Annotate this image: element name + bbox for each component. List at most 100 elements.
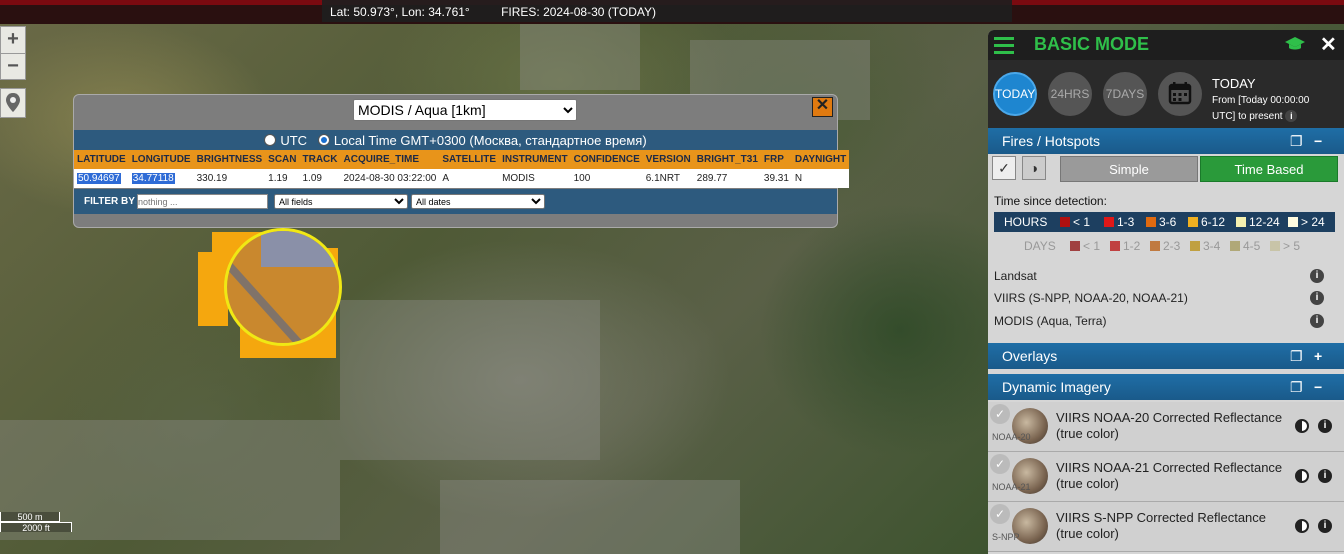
info-icon[interactable]: i [1318, 519, 1332, 533]
calendar-button[interactable] [1158, 72, 1202, 116]
contrast-icon[interactable] [1295, 419, 1309, 433]
table-cell: 289.77 [693, 169, 761, 188]
legend-item: > 24 [1288, 212, 1325, 232]
column-header: CONFIDENCE [570, 150, 643, 169]
dates-select[interactable]: All dates [411, 194, 545, 209]
time-zone-options: UTC Local Time GMT+0300 (Москва, стандар… [74, 130, 837, 150]
table-cell[interactable]: 50.94697 [74, 169, 129, 188]
days-legend: DAYS < 1 1-2 2-3 3-4 4-5 > 5 [994, 236, 1335, 256]
time-range-info: TODAY From [Today 00:00:00 UTC] to prese… [1212, 76, 1309, 125]
info-icon[interactable]: i [1310, 269, 1324, 283]
popup-close-button[interactable]: ✕ [812, 97, 833, 117]
time-range-to: UTC] to present i [1212, 109, 1309, 125]
today-button[interactable]: TODAY [993, 72, 1037, 116]
overlays-header[interactable]: Overlays ❐ + [988, 343, 1344, 369]
list-item[interactable]: ✓ NOAA-21 VIIRS NOAA-21 Corrected Reflec… [988, 452, 1344, 502]
legend-item: 2-3 [1150, 236, 1180, 256]
fires-hotspots-header[interactable]: Fires / Hotspots ❐ − [988, 128, 1344, 154]
legend-item: 3-6 [1146, 212, 1176, 232]
hours-legend: HOURS < 1 1-3 3-6 6-12 12-24 > 24 [994, 212, 1335, 232]
copy-icon[interactable]: ❐ [1290, 374, 1303, 400]
zoom-in-button[interactable]: + [1, 27, 25, 53]
24hrs-button[interactable]: 24HRS [1048, 72, 1092, 116]
legend-item: < 1 [1060, 212, 1090, 232]
time-based-mode-button[interactable]: Time Based [1200, 156, 1338, 182]
column-header: BRIGHT_T31 [693, 150, 761, 169]
checkmark-icon[interactable]: ✓ [990, 404, 1010, 424]
layer-panel: BASIC MODE ✕ TODAY 24HRS 7DAYS TODAY Fro… [988, 30, 1344, 554]
legend-item: < 1 [1070, 236, 1100, 256]
filter-label: FILTER BY [84, 196, 135, 207]
layer-satellite: NOAA-21 [992, 482, 1031, 492]
map-pin-icon [6, 93, 20, 112]
table-row: 50.94697 34.77118 330.19 1.19 1.09 2024-… [74, 169, 850, 188]
local-time-radio[interactable] [317, 134, 330, 146]
map-scale: 500 m 2000 ft [0, 512, 72, 533]
checkmark-icon[interactable]: ✓ [990, 454, 1010, 474]
utc-radio[interactable] [264, 134, 277, 146]
column-header: ACQUIRE_TIME [340, 150, 440, 169]
panel-header: BASIC MODE ✕ [988, 30, 1344, 60]
fire-attributes-table: LATITUDE LONGITUDE BRIGHTNESS SCAN TRACK… [74, 150, 850, 188]
days-label: DAYS [1024, 239, 1056, 253]
list-item[interactable]: ✓ S-NPP VIIRS S-NPP Corrected Reflectanc… [988, 502, 1344, 552]
collapse-icon[interactable]: − [1314, 128, 1322, 154]
column-header: SCAN [265, 150, 300, 169]
fields-select[interactable]: All fields [274, 194, 408, 209]
legend-swatch [1110, 241, 1120, 251]
filter-bar: FILTER BY All fields All dates [74, 189, 837, 214]
calendar-icon [1168, 82, 1192, 105]
table-cell: 2024-08-30 03:22:00 [340, 169, 440, 188]
info-icon[interactable]: i [1318, 419, 1332, 433]
panel-close-button[interactable]: ✕ [1320, 32, 1337, 57]
source-landsat: Landsat [994, 269, 1037, 283]
imagery-patch [261, 231, 335, 267]
hamburger-menu-icon[interactable] [994, 37, 1014, 58]
time-range-selector: TODAY 24HRS 7DAYS TODAY From [Today 00:0… [988, 60, 1344, 128]
table-cell: 1.19 [265, 169, 300, 188]
contrast-icon[interactable] [1295, 469, 1309, 483]
checkmark-icon[interactable]: ✓ [990, 504, 1010, 524]
copy-icon[interactable]: ❐ [1290, 343, 1303, 369]
fires-display-toggle: ✓ ◑ Simple Time Based [988, 155, 1344, 183]
column-header: LONGITUDE [128, 150, 194, 169]
column-header: LATITUDE [74, 150, 129, 169]
list-item[interactable]: ✓ NOAA-20 VIIRS NOAA-20 Corrected Reflec… [988, 402, 1344, 452]
contrast-icon[interactable]: ◑ [1022, 156, 1046, 180]
contrast-icon[interactable] [1295, 519, 1309, 533]
map-urban-area [340, 300, 600, 460]
info-icon[interactable]: i [1318, 469, 1332, 483]
table-cell[interactable]: 34.77118 [128, 169, 194, 188]
info-icon[interactable]: i [1285, 110, 1298, 122]
legend-item: 6-12 [1188, 212, 1225, 232]
fires-visibility-checkbox[interactable]: ✓ [992, 156, 1016, 180]
zoom-out-button[interactable]: − [1, 53, 25, 79]
copy-icon[interactable]: ❐ [1290, 128, 1303, 154]
selected-fire-highlight[interactable] [224, 228, 342, 346]
table-cell: 6.1NRT [642, 169, 694, 188]
expand-icon[interactable]: + [1314, 343, 1322, 369]
column-header: TRACK [299, 150, 341, 169]
column-header: FRP [760, 150, 792, 169]
layer-title: VIIRS NOAA-20 Corrected Reflectance (tru… [1056, 410, 1283, 441]
simple-mode-button[interactable]: Simple [1060, 156, 1198, 182]
filter-input[interactable] [137, 194, 268, 209]
legend-swatch [1288, 217, 1298, 227]
time-range-from: From [Today 00:00:00 [1212, 95, 1310, 106]
table-cell: 1.09 [299, 169, 341, 188]
scale-imperial: 2000 ft [0, 522, 72, 533]
legend-swatch [1060, 217, 1070, 227]
column-header: DAYNIGHT [791, 150, 850, 169]
time-since-label: Time since detection: [994, 194, 1107, 208]
7days-button[interactable]: 7DAYS [1103, 72, 1147, 116]
layer-title: VIIRS S-NPP Corrected Reflectance (true … [1056, 510, 1267, 541]
time-range-title: TODAY [1212, 76, 1256, 91]
collapse-icon[interactable]: − [1314, 374, 1322, 400]
dynamic-imagery-header[interactable]: Dynamic Imagery ❐ − [988, 374, 1344, 400]
satellite-select[interactable]: MODIS / Aqua [1km] [353, 99, 577, 121]
map-urban-area [440, 480, 740, 554]
info-icon[interactable]: i [1310, 314, 1324, 328]
info-icon[interactable]: i [1310, 291, 1324, 305]
location-button[interactable] [0, 88, 26, 118]
graduation-cap-icon[interactable] [1284, 36, 1306, 57]
